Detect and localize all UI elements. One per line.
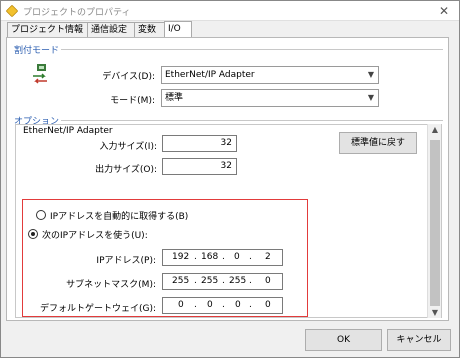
subnet-octet-2: 255 xyxy=(201,276,219,286)
scrollbar-thumb[interactable] xyxy=(430,140,440,306)
input-size-field[interactable]: 32 xyxy=(162,135,237,152)
reset-defaults-button[interactable]: 標準値に戻す xyxy=(339,132,417,154)
ethernet-ip-section-title: EtherNet/IP Adapter xyxy=(23,126,113,136)
scroll-up-icon[interactable]: ▲ xyxy=(428,125,442,134)
close-icon[interactable]: ✕ xyxy=(435,2,453,20)
gateway-octet-1: 0 xyxy=(178,300,184,310)
mode-value: 標準 xyxy=(165,93,184,103)
chevron-down-icon: ▼ xyxy=(367,93,374,102)
ethernet-icon xyxy=(33,64,47,84)
assign-mode-divider xyxy=(61,49,443,50)
ip-address-label: IPアドレス(P): xyxy=(96,256,156,266)
tab-variables[interactable]: 変数 xyxy=(134,22,164,38)
scroll-down-icon[interactable]: ▼ xyxy=(428,308,442,317)
radio-manual-ip-label[interactable]: 次のIPアドレスを使う(U): xyxy=(42,228,148,241)
output-size-label: 出力サイズ(O): xyxy=(95,165,157,175)
radio-manual-ip[interactable] xyxy=(28,229,38,239)
cancel-button[interactable]: キャンセル xyxy=(387,329,451,351)
title-bar: プロジェクトのプロパティ ✕ xyxy=(1,1,459,21)
ip-octet-2: 168 xyxy=(201,252,219,262)
subnet-octet-3: 255 xyxy=(229,276,247,286)
ok-button[interactable]: OK xyxy=(305,329,382,351)
properties-window: プロジェクトのプロパティ ✕ プロジェクト情報 通信設定 変数 I/O 割付モー… xyxy=(0,0,460,358)
assign-mode-group-label: 割付モード xyxy=(14,46,60,56)
device-value: EtherNet/IP Adapter xyxy=(165,70,255,80)
subnet-mask-label: サブネットマスク(M): xyxy=(66,280,156,290)
input-size-label: 入力サイズ(I): xyxy=(99,142,157,152)
subnet-mask-field[interactable]: 255 . 255 . 255 . 0 xyxy=(162,273,283,290)
chevron-down-icon: ▼ xyxy=(367,70,374,79)
gateway-octet-4: 0 xyxy=(265,300,271,310)
output-size-field[interactable]: 32 xyxy=(162,158,237,175)
vertical-scrollbar[interactable]: ▲ ▼ xyxy=(427,124,441,318)
subnet-octet-4: 0 xyxy=(265,276,271,286)
radio-auto-ip-label[interactable]: IPアドレスを自動的に取得する(B) xyxy=(50,209,188,222)
default-gateway-label: デフォルトゲートウェイ(G): xyxy=(39,304,156,314)
gateway-octet-3: 0 xyxy=(235,300,241,310)
app-icon xyxy=(5,4,19,18)
mode-label: モード(M): xyxy=(110,96,155,106)
tab-project-info[interactable]: プロジェクト情報 xyxy=(7,22,87,38)
default-gateway-field[interactable]: 0 . 0 . 0 . 0 xyxy=(162,297,283,314)
ip-octet-4: 2 xyxy=(265,252,271,262)
tab-communication[interactable]: 通信設定 xyxy=(87,22,134,38)
window-title: プロジェクトのプロパティ xyxy=(23,8,131,18)
ip-octet-1: 192 xyxy=(172,252,190,262)
mode-select[interactable]: 標準 ▼ xyxy=(161,89,379,107)
device-label: デバイス(D): xyxy=(102,72,155,82)
radio-auto-ip[interactable] xyxy=(36,210,46,220)
gateway-octet-2: 0 xyxy=(207,300,213,310)
options-divider xyxy=(61,120,443,121)
device-select[interactable]: EtherNet/IP Adapter ▼ xyxy=(161,66,379,84)
subnet-octet-1: 255 xyxy=(172,276,190,286)
ip-octet-3: 0 xyxy=(234,252,240,262)
ip-address-field[interactable]: 192 . 168 . 0 . 2 xyxy=(162,249,283,266)
